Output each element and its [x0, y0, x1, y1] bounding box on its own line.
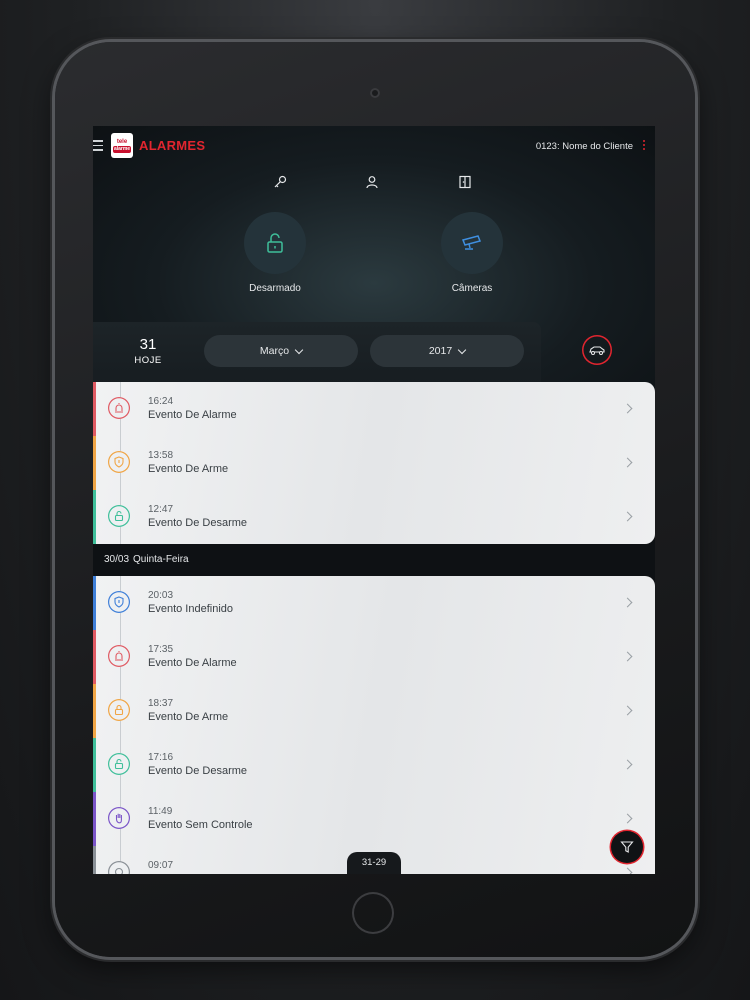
camera-icon: [461, 235, 482, 250]
event-title: Evento De Desarme: [148, 517, 248, 529]
lock-icon: [108, 699, 130, 721]
more-options-icon[interactable]: [643, 140, 646, 152]
cameras-button[interactable]: [441, 212, 503, 274]
chevron-right-icon: [622, 457, 633, 468]
event-row[interactable]: 13:58 Evento De Arme: [93, 436, 655, 490]
event-color-bar: [93, 382, 96, 436]
event-row[interactable]: 12:47 Evento De Desarme: [93, 490, 655, 544]
user-icon[interactable]: [364, 174, 380, 190]
car-button[interactable]: [582, 335, 612, 365]
chevron-right-icon: [622, 705, 633, 716]
top-bar: tele alarme ALARMES 0123: Nome do Client…: [93, 126, 655, 166]
event-color-bar: [93, 684, 96, 738]
event-title: Evento Sem Controle: [148, 819, 253, 831]
unlock-icon: [267, 233, 283, 253]
section-date: 30/03: [104, 554, 130, 565]
event-color-bar: [93, 630, 96, 684]
tool-icon: [108, 861, 130, 874]
logo-text-bottom: alarme: [112, 145, 132, 153]
chevron-right-icon: [622, 759, 633, 770]
filter-button[interactable]: [611, 831, 643, 863]
event-row[interactable]: 16:24 Evento De Alarme: [93, 382, 655, 436]
event-row[interactable]: 17:35 Evento De Alarme: [93, 630, 655, 684]
event-title: Evento De Alarme: [148, 657, 237, 669]
event-time: 17:35: [148, 644, 174, 655]
chevron-right-icon: [622, 867, 633, 874]
event-color-bar: [93, 846, 96, 874]
event-title: Evento De Desarme: [148, 765, 248, 777]
hand-icon: [108, 807, 130, 829]
siren-icon: [108, 645, 130, 667]
event-row[interactable]: 11:49 Evento Sem Controle: [93, 792, 655, 846]
event-time: 13:58: [148, 450, 174, 461]
siren-icon: [108, 397, 130, 419]
client-name[interactable]: 0123: Nome do Cliente: [536, 141, 633, 152]
page-indicator: 31-29: [347, 852, 401, 874]
chevron-right-icon: [622, 651, 633, 662]
chevron-right-icon: [622, 597, 633, 608]
door-icon[interactable]: [457, 174, 473, 190]
event-time: 16:24: [148, 396, 174, 407]
chevron-down-icon: [457, 345, 467, 354]
shield-icon: [108, 591, 130, 613]
car-icon: [589, 346, 605, 355]
disarmed-button[interactable]: [244, 212, 306, 274]
year-dropdown[interactable]: 2017: [370, 335, 524, 367]
event-time: 17:16: [148, 752, 174, 763]
camera-dot: [370, 88, 380, 98]
today-day-number: 31: [139, 336, 157, 353]
logo-text-top: tele: [116, 138, 128, 145]
app-screen: tele alarme ALARMES 0123: Nome do Client…: [93, 126, 655, 874]
key-icon[interactable]: [272, 174, 288, 190]
event-color-bar: [93, 490, 96, 544]
date-filter-bar: 31 HOJE Março 2017: [93, 322, 541, 384]
today-selector[interactable]: 31 HOJE: [121, 336, 175, 366]
event-time: 12:47: [148, 504, 174, 515]
event-time: 09:07: [148, 860, 174, 871]
brand-title: ALARMES: [139, 138, 206, 153]
shield-icon: [108, 451, 130, 473]
event-title: Evento Indefinido: [148, 603, 234, 615]
hero-panel: tele alarme ALARMES 0123: Nome do Client…: [93, 126, 655, 388]
unlock-icon: [108, 753, 130, 775]
chevron-down-icon: [294, 345, 304, 354]
event-time: 18:37: [148, 698, 174, 709]
unlock-icon: [108, 505, 130, 527]
disarmed-label: Desarmado: [249, 283, 301, 294]
chevron-right-icon: [622, 813, 633, 824]
section-weekday: Quinta-Feira: [133, 554, 189, 565]
brand-logo: tele alarme: [111, 133, 133, 158]
event-row[interactable]: 20:03 Evento Indefinido: [93, 576, 655, 630]
section-date-header: 30/03 Quinta-Feira: [104, 554, 189, 565]
hamburger-menu-icon[interactable]: [93, 140, 103, 151]
month-value: Março: [259, 345, 290, 357]
chevron-right-icon: [622, 511, 633, 522]
events-previous-card: 20:03 Evento Indefinido 17:35 Evento De Ala…: [93, 576, 655, 874]
month-dropdown[interactable]: Março: [204, 335, 358, 367]
event-row[interactable]: 17:16 Evento De Desarme: [93, 738, 655, 792]
event-title: Evento De Arme: [148, 711, 229, 723]
today-label: HOJE: [134, 355, 162, 366]
year-value: 2017: [428, 345, 453, 357]
cameras-label: Câmeras: [451, 283, 493, 294]
event-color-bar: [93, 792, 96, 846]
filter-icon: [620, 841, 634, 853]
chevron-right-icon: [622, 403, 633, 414]
home-button[interactable]: [352, 892, 394, 934]
tablet-frame: tele alarme ALARMES 0123: Nome do Client…: [55, 42, 695, 957]
event-title: Evento De Arme: [148, 463, 229, 475]
event-time: 20:03: [148, 590, 174, 601]
event-color-bar: [93, 738, 96, 792]
event-time: 11:49: [148, 806, 173, 817]
event-title: Evento De Alarme: [148, 409, 237, 421]
event-color-bar: [93, 436, 96, 490]
event-color-bar: [93, 576, 96, 630]
events-today-card: 16:24 Evento De Alarme 13:58 Evento De Arme…: [93, 382, 655, 544]
event-row[interactable]: 18:37 Evento De Arme: [93, 684, 655, 738]
